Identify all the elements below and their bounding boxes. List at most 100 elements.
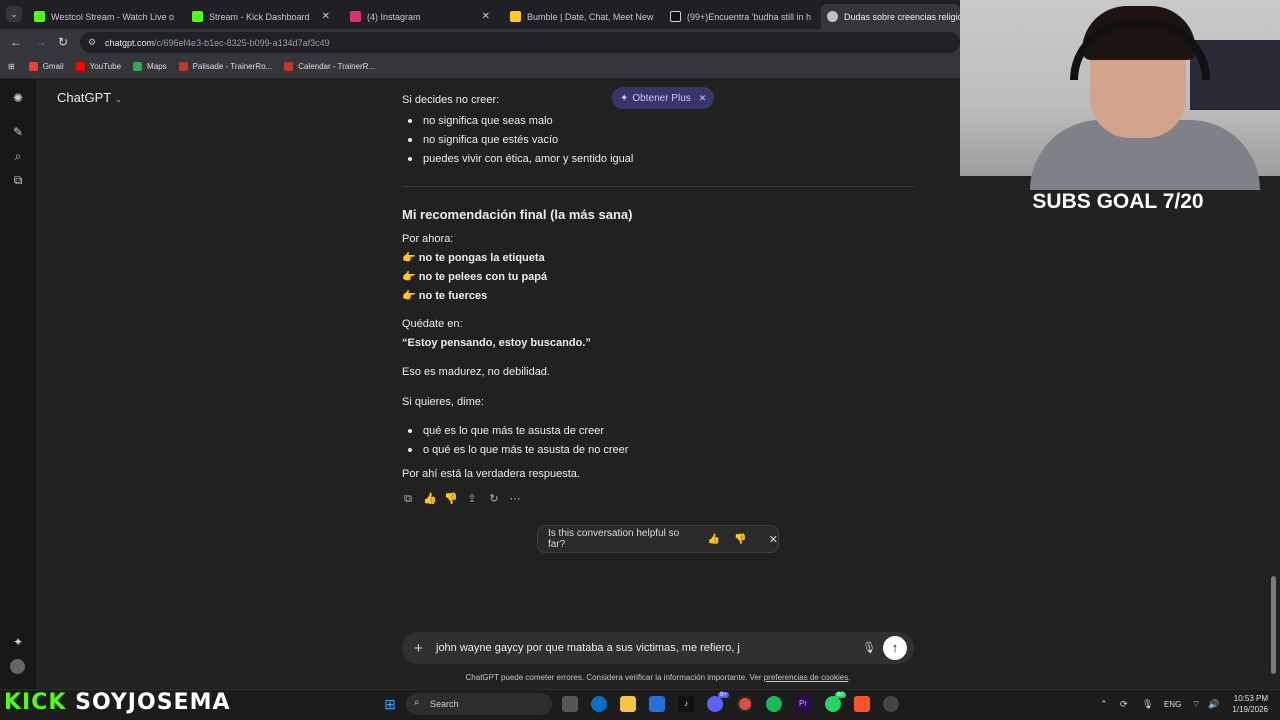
reload-icon[interactable]: ↻	[58, 35, 68, 49]
bookmark-label: Calendar - TrainerR...	[298, 62, 376, 71]
bookmark-calendar[interactable]: Calendar - TrainerR...	[284, 62, 375, 71]
url-field[interactable]: chatgpt.com/c/696ef4e3-b1ec-8325-b099-a1…	[80, 32, 960, 53]
sparkle-icon[interactable]: ✦	[10, 634, 26, 650]
file-explorer-icon[interactable]	[620, 696, 636, 712]
back-arrow-icon[interactable]: ←	[10, 35, 22, 49]
trainerroad-icon	[178, 62, 188, 71]
chevron-down-icon: ⌄	[114, 94, 123, 104]
subs-goal-overlay: SUBS GOAL 7/20	[1032, 190, 1204, 213]
bookmark-youtube[interactable]: YouTube	[75, 62, 122, 71]
maps-icon	[133, 62, 143, 71]
obs-icon[interactable]	[883, 696, 899, 712]
get-plus-label: Obtener Plus	[632, 92, 691, 104]
apps-grid-icon[interactable]: ⊞	[8, 62, 15, 71]
tab-instagram[interactable]: (4) Instagram ✕	[344, 4, 496, 29]
tiktok-icon[interactable]: ♪	[678, 696, 694, 712]
new-chat-icon[interactable]: ✎	[10, 124, 26, 140]
send-button[interactable]: ↑	[883, 636, 907, 660]
library-icon[interactable]: ⧉	[10, 172, 26, 188]
tab-label: Bumble | Date, Chat, Meet New	[527, 11, 654, 22]
whatsapp-icon[interactable]	[825, 696, 841, 712]
thumbs-up-icon[interactable]: 👍	[708, 534, 720, 545]
network-icon[interactable]: ⟳	[1120, 699, 1128, 710]
url-path: /c/696ef4e3-b1ec-8325-b099-a134d7af3c49	[154, 37, 330, 48]
rec-text: no te fuerces	[418, 290, 488, 302]
thumbs-down-icon[interactable]: 👎	[444, 492, 458, 506]
instagram-icon	[350, 11, 361, 22]
close-icon[interactable]: ✕	[811, 11, 814, 22]
tab-westcol-stream[interactable]: Westcol Stream - Watch Live o ✕	[28, 4, 178, 29]
channel-name: SOYJOSEMA	[75, 690, 231, 715]
more-options-icon[interactable]: ⋯	[508, 492, 522, 506]
kick-icon	[192, 11, 203, 22]
tab-label: (4) Instagram	[367, 11, 421, 22]
bookmark-label: YouTube	[89, 62, 122, 71]
bookmark-gmail[interactable]: Gmail	[28, 62, 64, 71]
taskbar-search[interactable]: Search	[406, 693, 552, 715]
list-item: puedes vivir con ética, amor y sentido i…	[407, 153, 634, 165]
close-icon[interactable]: ✕	[769, 533, 778, 546]
thumbs-up-icon[interactable]: 👍	[423, 492, 437, 506]
edge-icon[interactable]	[591, 696, 607, 712]
cookie-preferences-link[interactable]: preferencias de cookies	[764, 673, 849, 682]
feedback-question: Is this conversation helpful so far?	[548, 528, 680, 550]
task-view-icon[interactable]	[562, 696, 578, 712]
list-item: o qué es lo que más te asusta de no cree…	[407, 444, 629, 456]
bookmark-label: Maps	[147, 62, 167, 71]
regenerate-icon[interactable]: ↻	[487, 492, 501, 506]
disclaimer-text: ChatGPT puede cometer errores. Considera…	[402, 673, 914, 682]
language-indicator[interactable]: ENG	[1164, 700, 1181, 709]
premiere-pro-icon[interactable]: Pr	[795, 696, 811, 712]
stream-gutter	[960, 176, 1280, 689]
model-label: ChatGPT	[57, 90, 111, 105]
tab-bumble[interactable]: Bumble | Date, Chat, Meet New ✕	[504, 4, 658, 29]
bookmark-label: Palisade - TrainerRo...	[192, 62, 273, 71]
tab-kick-dashboard[interactable]: Stream - Kick Dashboard ✕	[186, 4, 336, 29]
close-icon[interactable]: ✕	[318, 11, 330, 22]
share-icon[interactable]: ⇪	[465, 492, 479, 506]
clock[interactable]: 10:53 PM 1/19/2026	[1222, 693, 1268, 715]
tab-label: Dudas sobre creencias religios	[844, 11, 960, 22]
forward-arrow-icon[interactable]: →	[35, 35, 47, 49]
sparkle-icon: ✦	[620, 92, 629, 104]
discord-icon[interactable]	[707, 696, 723, 712]
scrollbar[interactable]	[1271, 576, 1276, 674]
avatar[interactable]	[10, 659, 25, 674]
chat-main	[36, 79, 960, 689]
model-selector[interactable]: ChatGPT ⌄	[57, 90, 122, 105]
wifi-icon[interactable]: ⌔	[1192, 699, 1200, 710]
spotify-icon[interactable]	[766, 696, 782, 712]
windows-start-icon[interactable]: ⊞	[382, 696, 398, 712]
bookmark-palisade[interactable]: Palisade - TrainerRo...	[178, 62, 273, 71]
site-info-icon[interactable]: ⚙	[88, 37, 96, 48]
message-text: Eso es madurez, no debilidad.	[402, 366, 550, 378]
attach-plus-icon[interactable]: +	[414, 640, 423, 657]
rec-text: no te pongas la etiqueta	[418, 252, 545, 264]
get-plus-button[interactable]: ✦ Obtener Plus ✕	[612, 87, 715, 109]
volume-icon[interactable]: 🔊	[1208, 699, 1219, 710]
microphone-icon[interactable]: 🎙	[862, 641, 876, 654]
close-icon[interactable]: ✕	[699, 93, 707, 104]
microsoft-store-icon[interactable]	[649, 696, 665, 712]
chevron-up-icon[interactable]: ⌃	[1100, 699, 1108, 710]
search-icon[interactable]: ⌕	[10, 148, 26, 164]
pointing-hand-icon: 👉	[402, 290, 416, 302]
microphone-icon[interactable]: 🎙	[1142, 699, 1153, 710]
chatgpt-logo-icon[interactable]: ✺	[10, 90, 26, 106]
bookmark-maps[interactable]: Maps	[133, 62, 167, 71]
tab-chatgpt[interactable]: Dudas sobre creencias religios	[821, 4, 960, 29]
chrome-icon[interactable]	[737, 696, 753, 712]
thumbs-down-icon[interactable]: 👎	[734, 534, 746, 545]
close-icon[interactable]: ✕	[653, 11, 658, 22]
kick-icon	[34, 11, 45, 22]
tab-search-icon[interactable]: ⌄	[6, 6, 22, 22]
clock-time: 10:53 PM	[1233, 694, 1268, 703]
brave-icon[interactable]	[854, 696, 870, 712]
copy-icon[interactable]: ⧉	[401, 492, 415, 506]
list-item: no significa que estés vacío	[407, 134, 559, 146]
prompt-input[interactable]: john wayne gaycy por que mataba a sus vi…	[436, 642, 740, 654]
close-icon[interactable]: ✕	[478, 11, 490, 22]
close-icon[interactable]: ✕	[174, 11, 178, 22]
tab-tiktok[interactable]: (99+)Encuentra 'budha still in h ✕	[664, 4, 814, 29]
list-item: 👉 no te fuerces	[402, 289, 487, 303]
